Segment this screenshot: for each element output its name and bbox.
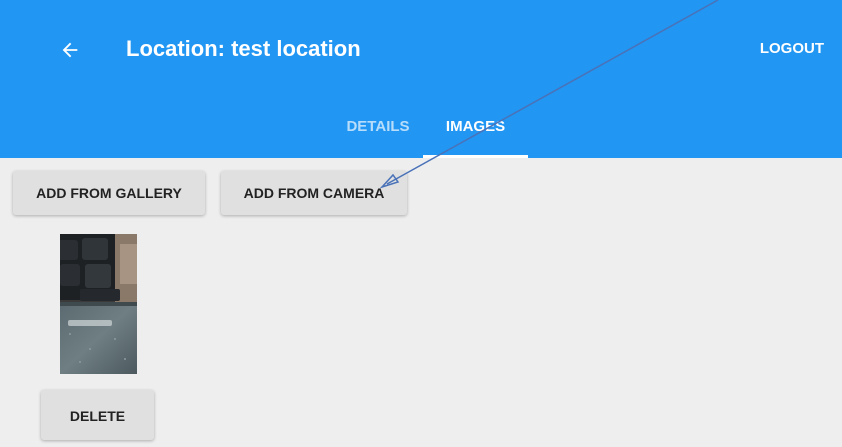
tab-selected-indicator	[423, 155, 528, 158]
back-button[interactable]	[48, 30, 92, 70]
tab-images[interactable]: IMAGES	[423, 110, 528, 158]
logout-button[interactable]: LOGOUT	[760, 34, 824, 64]
tab-details[interactable]: DETAILS	[333, 110, 423, 158]
delete-button[interactable]: DELETE	[41, 390, 154, 440]
image-thumbnail[interactable]	[60, 234, 137, 374]
photo-thumbnail-icon	[60, 234, 137, 374]
add-from-gallery-button[interactable]: ADD FROM GALLERY	[13, 171, 205, 215]
app-bar: Location: test location LOGOUT DETAILS I…	[0, 0, 842, 158]
add-from-camera-button[interactable]: ADD FROM CAMERA	[221, 171, 407, 215]
page-title: Location: test location	[126, 36, 361, 61]
arrow-left-icon	[62, 42, 78, 58]
